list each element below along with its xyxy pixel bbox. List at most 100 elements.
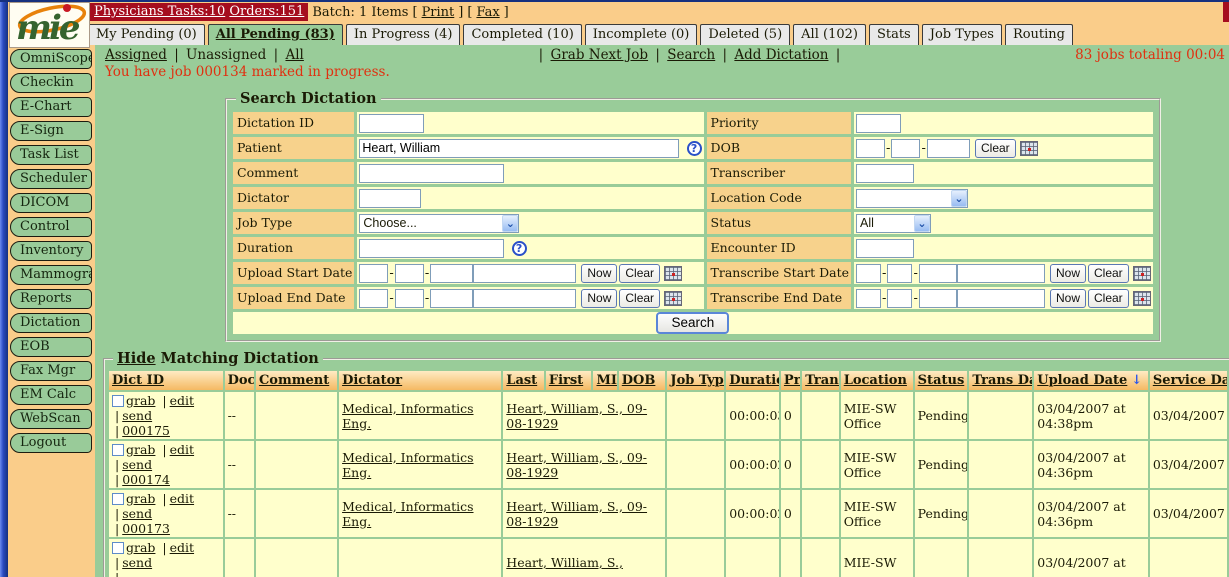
patient-input[interactable] [359, 139, 679, 158]
grab-link[interactable]: grab [126, 393, 155, 408]
dict-id-link[interactable]: 000175 [122, 423, 170, 438]
col-trans-date[interactable]: Trans Date [969, 371, 1032, 390]
grab-link[interactable]: grab [126, 540, 155, 555]
col-upload-date[interactable]: Upload Date↓ [1034, 371, 1148, 390]
col-pri[interactable]: Pri [781, 371, 800, 390]
sidebar-item-scheduler[interactable]: Scheduler [10, 169, 92, 189]
upload-end-time-input[interactable] [473, 289, 576, 308]
sidebar-item-em-calc[interactable]: EM Calc [10, 385, 92, 405]
upload-end-year-input[interactable] [430, 289, 473, 308]
dob-clear-button[interactable]: Clear [975, 139, 1016, 158]
upload-start-now-button[interactable]: Now [581, 264, 617, 283]
upload-start-time-input[interactable] [473, 264, 576, 283]
col-comment[interactable]: Comment [256, 371, 337, 390]
tab-incomplete-0[interactable]: Incomplete (0) [585, 24, 698, 45]
sidebar-item-dictation[interactable]: Dictation [10, 313, 92, 333]
comment-input[interactable] [359, 164, 504, 183]
print-link[interactable]: Print [422, 5, 455, 20]
grab-link[interactable]: grab [126, 491, 155, 506]
status-select[interactable]: All ⌄ [856, 214, 931, 233]
sidebar-item-eob[interactable]: EOB [10, 337, 92, 357]
send-link[interactable]: send [122, 555, 152, 570]
upload-end-calendar-icon[interactable] [664, 291, 682, 306]
tab-completed-10[interactable]: Completed (10) [463, 24, 581, 45]
transcribe-start-calendar-icon[interactable] [1133, 266, 1151, 281]
tab-deleted-5[interactable]: Deleted (5) [700, 24, 790, 45]
transcribe-start-year-input[interactable] [919, 264, 957, 283]
upload-end-month-input[interactable] [359, 289, 388, 308]
sidebar-item-webscan[interactable]: WebScan [10, 409, 92, 429]
transcribe-start-day-input[interactable] [887, 264, 912, 283]
dictator-link[interactable]: Medical, Informatics Eng. [342, 401, 473, 431]
upload-start-year-input[interactable] [430, 264, 473, 283]
unassigned-current[interactable]: Unassigned [186, 47, 266, 63]
dob-month-input[interactable] [856, 139, 885, 158]
edit-link[interactable]: edit [170, 393, 194, 408]
priority-input[interactable] [856, 114, 901, 133]
sidebar-item-fax-mgr[interactable]: Fax Mgr [10, 361, 92, 381]
transcribe-end-year-input[interactable] [919, 289, 957, 308]
duration-input[interactable] [359, 239, 504, 258]
row-checkbox[interactable] [112, 395, 124, 407]
dictator-link[interactable]: Medical, Informatics Eng. [342, 450, 473, 480]
sidebar-item-e-sign[interactable]: E-Sign [10, 121, 92, 141]
col-location[interactable]: Location [841, 371, 913, 390]
col-first[interactable]: First [546, 371, 592, 390]
upload-start-calendar-icon[interactable] [664, 266, 682, 281]
row-checkbox[interactable] [112, 542, 124, 554]
all-link[interactable]: All [285, 47, 303, 63]
tab-stats[interactable]: Stats [869, 24, 919, 45]
upload-end-now-button[interactable]: Now [581, 289, 617, 308]
fax-link[interactable]: Fax [476, 5, 499, 20]
transcriber-input[interactable] [856, 164, 914, 183]
col-job-type[interactable]: Job Type [667, 371, 724, 390]
upload-start-clear-button[interactable]: Clear [619, 264, 660, 283]
col-dictator[interactable]: Dictator [339, 371, 501, 390]
patient-name-link[interactable]: Heart, William, S., 09-08-1929 [506, 401, 647, 431]
upload-start-month-input[interactable] [359, 264, 388, 283]
search-button[interactable]: Search [656, 312, 729, 334]
transcribe-start-month-input[interactable] [856, 264, 881, 283]
col-mi[interactable]: MI [593, 371, 616, 390]
upload-start-day-input[interactable] [395, 264, 424, 283]
assigned-link[interactable]: Assigned [105, 47, 167, 63]
mie-logo[interactable]: mie [9, 2, 90, 48]
tab-in-progress-4[interactable]: In Progress (4) [346, 24, 461, 45]
dob-calendar-icon[interactable] [1020, 141, 1038, 156]
send-link[interactable]: send [122, 457, 152, 472]
physicians-tasks-link[interactable]: Physicians Tasks:10 [94, 4, 225, 19]
dictator-input[interactable] [359, 189, 421, 208]
grab-link[interactable]: grab [126, 442, 155, 457]
job-type-select[interactable]: Choose... ⌄ [359, 214, 519, 233]
patient-name-link[interactable]: Heart, William, S., 09-08-1929 [506, 499, 647, 529]
edit-link[interactable]: edit [170, 540, 194, 555]
sidebar-item-task-list[interactable]: Task List [10, 145, 92, 165]
edit-link[interactable]: edit [170, 491, 194, 506]
col-last[interactable]: Last [503, 371, 544, 390]
transcribe-end-day-input[interactable] [887, 289, 912, 308]
dict-id-link[interactable]: 000174 [122, 472, 170, 487]
sidebar-item-dicom[interactable]: DICOM [10, 193, 92, 213]
transcribe-end-now-button[interactable]: Now [1050, 289, 1086, 308]
sidebar-item-inventory[interactable]: Inventory [10, 241, 92, 261]
tab-all-pending-83[interactable]: All Pending (83) [208, 24, 343, 45]
sidebar-item-omniscope[interactable]: OmniScope [10, 49, 92, 69]
patient-name-link[interactable]: Heart, William, S., 09-08-1929 [506, 450, 647, 480]
transcribe-start-clear-button[interactable]: Clear [1088, 264, 1129, 283]
sidebar-item-reports[interactable]: Reports [10, 289, 92, 309]
transcribe-start-time-input[interactable] [957, 264, 1045, 283]
upload-end-clear-button[interactable]: Clear [619, 289, 660, 308]
grab-next-job-link[interactable]: Grab Next Job [551, 47, 649, 63]
transcribe-start-now-button[interactable]: Now [1050, 264, 1086, 283]
sidebar-item-e-chart[interactable]: E-Chart [10, 97, 92, 117]
col-status[interactable]: Status [915, 371, 968, 390]
col-dob[interactable]: DOB [619, 371, 666, 390]
orders-link[interactable]: Orders:151 [229, 4, 304, 19]
sidebar-item-logout[interactable]: Logout [10, 433, 92, 453]
dictator-link[interactable]: Medical, Informatics Eng. [342, 499, 473, 529]
sidebar-item-checkin[interactable]: Checkin [10, 73, 92, 93]
tab-my-pending-0[interactable]: My Pending (0) [88, 24, 205, 45]
dictation-id-input[interactable] [359, 114, 424, 133]
row-checkbox[interactable] [112, 493, 124, 505]
encounter-id-input[interactable] [856, 239, 914, 258]
